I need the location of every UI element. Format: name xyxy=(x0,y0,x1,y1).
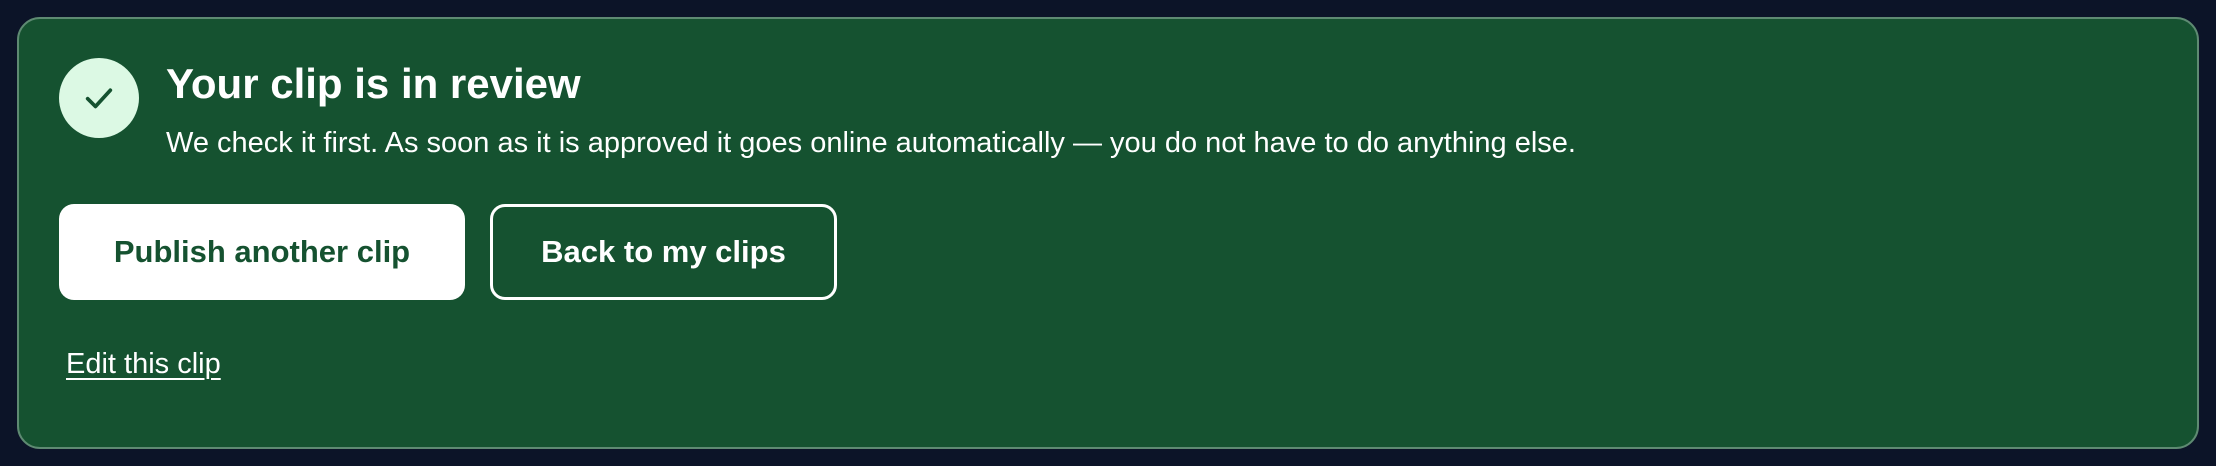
edit-clip-link[interactable]: Edit this clip xyxy=(66,348,221,381)
back-to-my-clips-button[interactable]: Back to my clips xyxy=(490,204,837,300)
review-notice-card: Your clip is in review We check it first… xyxy=(17,17,2199,449)
publish-another-clip-button[interactable]: Publish another clip xyxy=(59,204,465,300)
notice-title: Your clip is in review xyxy=(166,60,581,107)
check-icon xyxy=(59,58,139,138)
notice-message: We check it first. As soon as it is appr… xyxy=(166,127,1576,159)
